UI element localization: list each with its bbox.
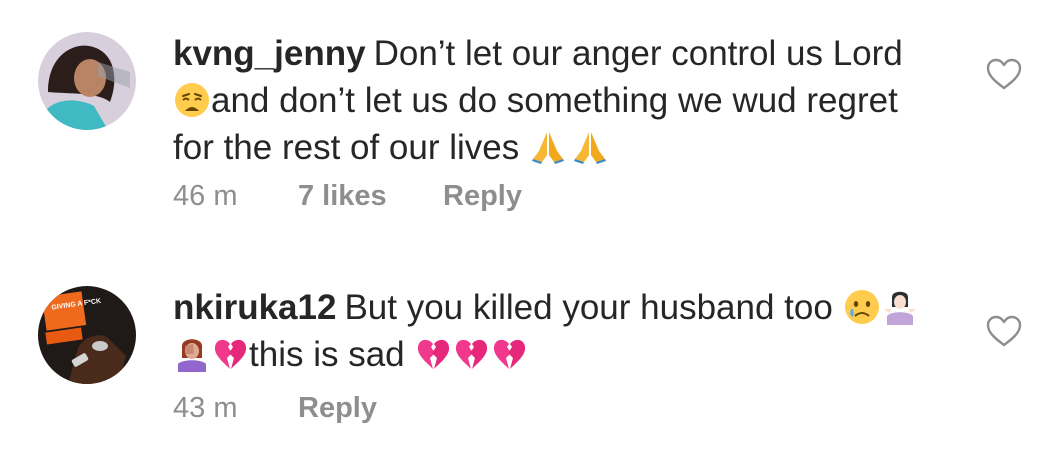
comment-text: kvng_jenny Don’t let our anger control us… xyxy=(173,30,963,171)
crying-face-icon xyxy=(844,289,880,325)
comment-meta: 46 m 7 likes Reply xyxy=(173,176,522,216)
reply-button[interactable]: Reply xyxy=(443,176,522,216)
username[interactable]: nkiruka12 xyxy=(173,288,336,327)
comment-item: GIVING A F*CK nkiruka12 But you killed yo… xyxy=(0,268,1049,467)
broken-heart-icon xyxy=(491,336,527,372)
person-shrugging-icon xyxy=(882,289,918,325)
comment-line: for the rest of our lives xyxy=(173,128,520,167)
username[interactable]: kvng_jenny xyxy=(173,34,366,73)
reply-button[interactable]: Reply xyxy=(298,388,377,428)
avatar[interactable]: GIVING A F*CK xyxy=(38,286,136,384)
comment-item: kvng_jenny Don’t let our anger control us… xyxy=(0,0,1049,240)
likes-count-link[interactable]: 7 likes xyxy=(298,176,443,216)
comment-meta: 43 m Reply xyxy=(173,388,377,428)
comment-text: nkiruka12 But you killed your husband too xyxy=(173,284,963,378)
broken-heart-icon xyxy=(453,336,489,372)
weary-face-icon xyxy=(174,82,210,118)
broken-heart-icon xyxy=(415,336,451,372)
comment-timestamp: 46 m xyxy=(173,180,238,212)
folded-hands-icon xyxy=(530,129,570,165)
comment-line: and don’t let us do something we wud reg… xyxy=(211,81,898,120)
person-facepalming-icon xyxy=(174,336,210,372)
avatar[interactable] xyxy=(38,32,136,130)
comment-line: Don’t let our anger control us Lord xyxy=(373,34,903,73)
comment-line: But you killed your husband too xyxy=(344,288,833,327)
heart-outline-icon[interactable] xyxy=(985,57,1023,91)
folded-hands-icon xyxy=(572,129,612,165)
comment-line: this is sad xyxy=(249,335,405,374)
comment-timestamp: 43 m xyxy=(173,392,238,424)
heart-outline-icon[interactable] xyxy=(985,314,1023,348)
broken-heart-icon xyxy=(212,336,248,372)
